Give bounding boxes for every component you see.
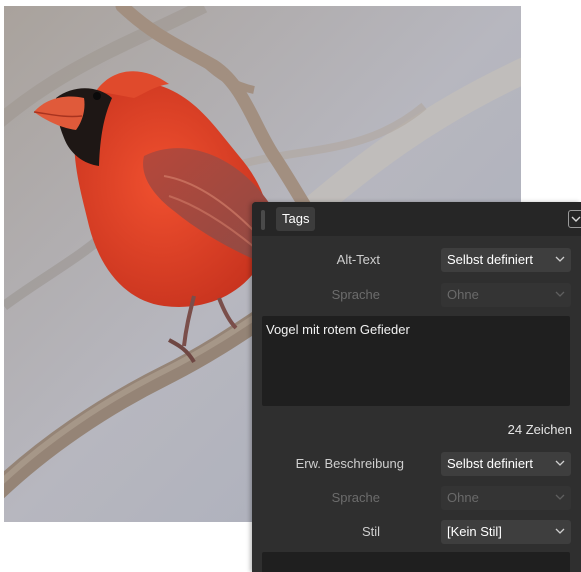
style-select-value: [Kein Stil] bbox=[447, 524, 502, 539]
alt-text-language-value: Ohne bbox=[447, 287, 479, 302]
ext-description-select[interactable]: Selbst definiert bbox=[441, 452, 571, 476]
chevron-down-icon bbox=[555, 460, 565, 466]
collapse-button[interactable] bbox=[568, 210, 581, 228]
alt-text-select-value: Selbst definiert bbox=[447, 252, 533, 267]
panel-header: Tags bbox=[252, 202, 581, 236]
alt-text-content: Vogel mit rotem Gefieder bbox=[266, 322, 410, 337]
style-select[interactable]: [Kein Stil] bbox=[441, 520, 571, 544]
alt-text-label: Alt-Text bbox=[336, 252, 380, 267]
alt-text-select[interactable]: Selbst definiert bbox=[441, 248, 571, 272]
style-label: Stil bbox=[361, 524, 380, 539]
alt-text-language-select[interactable]: Ohne bbox=[441, 283, 571, 307]
ext-description-language-value: Ohne bbox=[447, 490, 479, 505]
ext-description-textarea[interactable] bbox=[262, 552, 570, 572]
tags-panel: Tags Alt-Text Selbst definiert Sprache O… bbox=[252, 202, 581, 572]
ext-description-language-select[interactable]: Ohne bbox=[441, 486, 571, 510]
alt-text-language-label: Sprache bbox=[331, 287, 380, 302]
chevron-down-icon bbox=[555, 528, 565, 534]
ext-description-label: Erw. Beschreibung bbox=[295, 456, 404, 471]
tab-tags[interactable]: Tags bbox=[276, 207, 316, 231]
drag-handle[interactable] bbox=[261, 210, 265, 230]
ext-description-language-label: Sprache bbox=[331, 490, 380, 505]
ext-description-select-value: Selbst definiert bbox=[447, 456, 533, 471]
chevron-down-icon bbox=[555, 291, 565, 297]
character-counter: 24 Zeichen bbox=[507, 422, 572, 437]
chevron-down-icon bbox=[555, 494, 565, 500]
chevron-down-icon bbox=[555, 256, 565, 262]
alt-text-textarea[interactable]: Vogel mit rotem Gefieder bbox=[262, 316, 570, 406]
collapse-chevron-icon bbox=[571, 216, 581, 222]
